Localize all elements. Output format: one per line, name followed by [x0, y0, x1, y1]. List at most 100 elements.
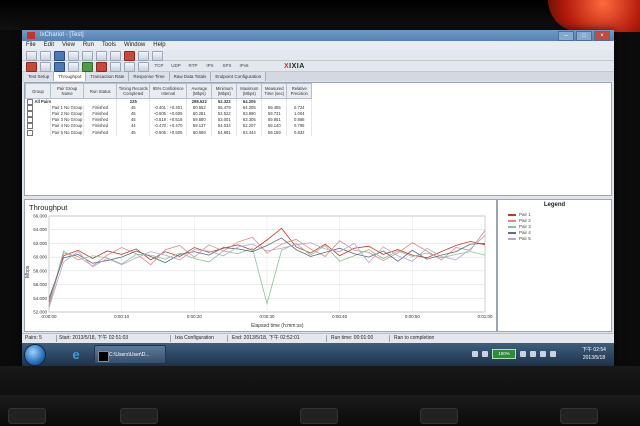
table-row[interactable]: Pair 5 No Group Finished 45 -0.505 : +0.… — [25, 129, 313, 136]
cell-minimum: 52.322 — [211, 98, 238, 106]
laptop-screen: IxChariot - [Test] – □ × File Edit View … — [22, 30, 614, 366]
tab-response-time[interactable]: Response Time — [129, 72, 170, 81]
system-tray: 100% — [472, 348, 556, 360]
cell-pair: Pair 2 — [52, 111, 63, 117]
menu-bar: File Edit View Run Tools Window Help — [22, 41, 614, 50]
protocol-udp[interactable]: UDP — [169, 62, 183, 70]
renumber-icon[interactable] — [68, 62, 79, 72]
taskbar-clock[interactable]: 下午 02:54 2013/5/18 — [575, 346, 613, 362]
col-relative-precision[interactable]: Relative Precision — [286, 83, 313, 99]
save-icon[interactable] — [54, 51, 65, 61]
language-icon[interactable] — [550, 351, 556, 357]
find-icon[interactable] — [138, 51, 149, 61]
zoom-icon[interactable] — [138, 62, 149, 72]
add-pair-icon[interactable] — [26, 62, 37, 72]
legend-swatch — [508, 232, 516, 234]
tab-transaction-rate[interactable]: Transaction Rate — [86, 72, 130, 81]
status-divider — [56, 335, 57, 342]
y-tick-label: 58.000 — [33, 268, 47, 273]
window-titlebar: IxChariot - [Test] – □ × — [22, 30, 614, 41]
flag-icon[interactable] — [520, 351, 526, 357]
open-icon[interactable] — [40, 51, 51, 61]
start-button[interactable] — [24, 344, 46, 366]
pair-checkbox[interactable] — [26, 111, 33, 118]
close-icon[interactable]: × — [594, 31, 610, 41]
menu-run[interactable]: Run — [83, 41, 94, 50]
main-toolbar — [22, 50, 614, 61]
run-icon[interactable] — [82, 62, 93, 72]
protocol-rtp[interactable]: RTP — [186, 62, 200, 70]
col-run-status[interactable]: Run Status — [83, 83, 118, 99]
keyboard-key — [300, 408, 338, 424]
edit-pair-icon[interactable] — [54, 62, 65, 72]
maximize-icon[interactable]: □ — [576, 31, 592, 41]
col-confidence-interval[interactable]: 95% Confidence Interval — [149, 83, 188, 99]
wifi-icon[interactable] — [530, 351, 536, 357]
status-divider — [326, 335, 327, 342]
menu-view[interactable]: View — [62, 41, 75, 50]
menu-file[interactable]: File — [26, 41, 36, 50]
col-timing-records[interactable]: Timing Records Completed — [116, 83, 151, 99]
cell-average: 298.522 — [186, 98, 213, 106]
pair-checkbox[interactable] — [26, 117, 33, 124]
protocol-spx[interactable]: SPX — [220, 62, 234, 70]
y-tick-label: 64.000 — [33, 227, 47, 232]
menu-window[interactable]: Window — [124, 41, 145, 50]
col-pair-group-name[interactable]: Pair Group Name — [49, 83, 85, 99]
cell-maximum: 63.444 — [236, 129, 263, 136]
legend-item[interactable]: Pair 5 — [508, 236, 606, 242]
menu-help[interactable]: Help — [153, 41, 165, 50]
protocol-ipx[interactable]: IPX — [203, 62, 217, 70]
throughput-plot[interactable]: 66.000 64.000 62.000 60.000 58.000 56.000 54.0… — [25, 200, 496, 331]
graph-icon[interactable] — [124, 62, 135, 72]
menu-tools[interactable]: Tools — [102, 41, 116, 50]
tab-throughput[interactable]: Throughput — [54, 72, 87, 81]
network-icon[interactable] — [472, 351, 478, 357]
protocol-tcp[interactable]: TCP — [152, 62, 166, 70]
results-tabs: Test Setup Throughput Transaction Rate R… — [22, 72, 614, 81]
cell-ci: -0.470 : +0.470 — [149, 123, 188, 130]
windows-taskbar: e C:\Users\User\D... 100% 下午 02:54 2013/… — [22, 343, 614, 366]
menu-edit[interactable]: Edit — [44, 41, 54, 50]
y-tick-label: 62.000 — [33, 241, 47, 246]
status-completion: Ran to completion — [394, 335, 435, 341]
pair-checkbox[interactable] — [26, 105, 33, 112]
battery-indicator[interactable]: 100% — [492, 349, 516, 359]
col-group[interactable]: Group — [25, 83, 51, 99]
paste-icon[interactable] — [110, 51, 121, 61]
protocol-ipv6[interactable]: IPv6 — [237, 62, 251, 70]
col-average[interactable]: Average (Mbps) — [186, 83, 213, 99]
add-multicast-icon[interactable] — [40, 62, 51, 72]
copy-icon[interactable] — [96, 51, 107, 61]
pause-icon[interactable] — [110, 62, 121, 72]
delete-icon[interactable] — [124, 51, 135, 61]
tab-test-setup[interactable]: Test Setup — [24, 72, 55, 81]
print-icon[interactable] — [68, 51, 79, 61]
notification-icon[interactable] — [482, 351, 488, 357]
cmd-taskbar-button[interactable]: C:\Users\User\D... — [94, 345, 166, 364]
table-row-all-pairs[interactable]: All Pairs 225 298.522 52.322 64.205 — [25, 98, 313, 106]
status-config: Ixia Configuration — [175, 335, 214, 341]
collapse-icon[interactable] — [26, 99, 33, 105]
pair-checkbox[interactable] — [26, 129, 33, 136]
cut-icon[interactable] — [82, 51, 93, 61]
minimize-icon[interactable]: – — [558, 31, 574, 41]
stop-icon[interactable] — [96, 62, 107, 72]
x-tick-label: 0:00:00 — [41, 314, 57, 319]
new-icon[interactable] — [26, 51, 37, 61]
internet-explorer-icon[interactable]: e — [62, 345, 90, 364]
col-minimum[interactable]: Minimum (Mbps) — [211, 83, 238, 99]
y-tick-label: 54.000 — [33, 296, 47, 301]
x-tick-label: 0:00:50 — [405, 314, 421, 319]
options-icon[interactable] — [152, 51, 163, 61]
cell-records: 45 — [116, 129, 151, 136]
volume-icon[interactable] — [540, 351, 546, 357]
col-maximum[interactable]: Maximum (Mbps) — [236, 83, 263, 99]
col-measured-time[interactable]: Measured Time (sec) — [261, 83, 288, 99]
tab-raw-data-totals[interactable]: Raw Data Totals — [169, 72, 212, 81]
tab-endpoint-configuration[interactable]: Endpoint Configuration — [211, 72, 267, 81]
status-runtime: Run time: 00:01:00 — [331, 335, 374, 341]
legend-title: Legend — [543, 202, 566, 208]
pair-checkbox[interactable] — [26, 123, 33, 130]
results-table: Group Pair Group Name Run Status Timing … — [25, 83, 313, 136]
